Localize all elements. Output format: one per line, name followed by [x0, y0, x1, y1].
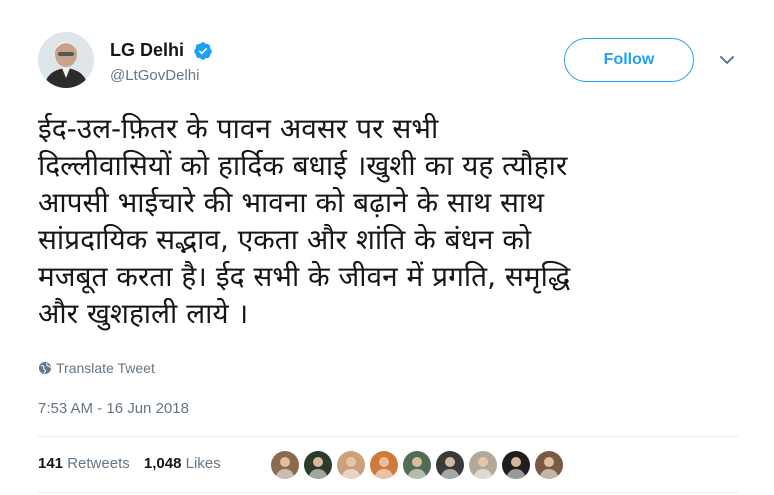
tweet-header: LG Delhi @LtGovDelhi Follow: [38, 32, 738, 96]
author-info: LG Delhi @LtGovDelhi: [110, 40, 213, 84]
translate-label: Translate Tweet: [56, 360, 155, 376]
liker-avatar[interactable]: [501, 450, 531, 480]
chevron-down-icon[interactable]: [718, 52, 736, 68]
retweets-count: 141: [38, 455, 64, 472]
tweet-text: ईद-उल-फ़ितर के पावन अवसर पर सभी दिल्लीवा…: [38, 112, 571, 330]
retweets-label: Retweets: [67, 455, 130, 472]
likes-count: 1,048: [143, 455, 182, 472]
liker-avatar[interactable]: [336, 450, 366, 480]
liker-avatar[interactable]: [402, 450, 432, 480]
retweets-stat[interactable]: 141 Retweets: [38, 455, 130, 472]
verified-badge-icon: [193, 41, 213, 61]
globe-icon: [39, 362, 51, 374]
follow-button[interactable]: Follow: [564, 38, 694, 82]
liker-avatar[interactable]: [534, 450, 564, 480]
liker-avatar[interactable]: [468, 450, 498, 480]
author-handle[interactable]: @LtGovDelhi: [110, 67, 213, 84]
liker-avatar[interactable]: [270, 450, 300, 480]
tweet-timestamp[interactable]: 7:53 AM - 16 Jun 2018: [38, 400, 189, 417]
tweet-stats: 141 Retweets 1,048 Likes: [38, 455, 231, 472]
liker-avatar[interactable]: [435, 450, 465, 480]
liker-avatar[interactable]: [369, 450, 399, 480]
likes-stat[interactable]: 1,048 Likes: [144, 455, 221, 472]
liker-avatar[interactable]: [303, 450, 333, 480]
likes-label: Likes: [185, 455, 221, 472]
avatar[interactable]: [38, 32, 94, 88]
divider: [38, 492, 738, 493]
translate-tweet-link[interactable]: Translate Tweet: [38, 360, 155, 376]
display-name[interactable]: LG Delhi: [110, 40, 184, 61]
divider: [38, 436, 738, 437]
